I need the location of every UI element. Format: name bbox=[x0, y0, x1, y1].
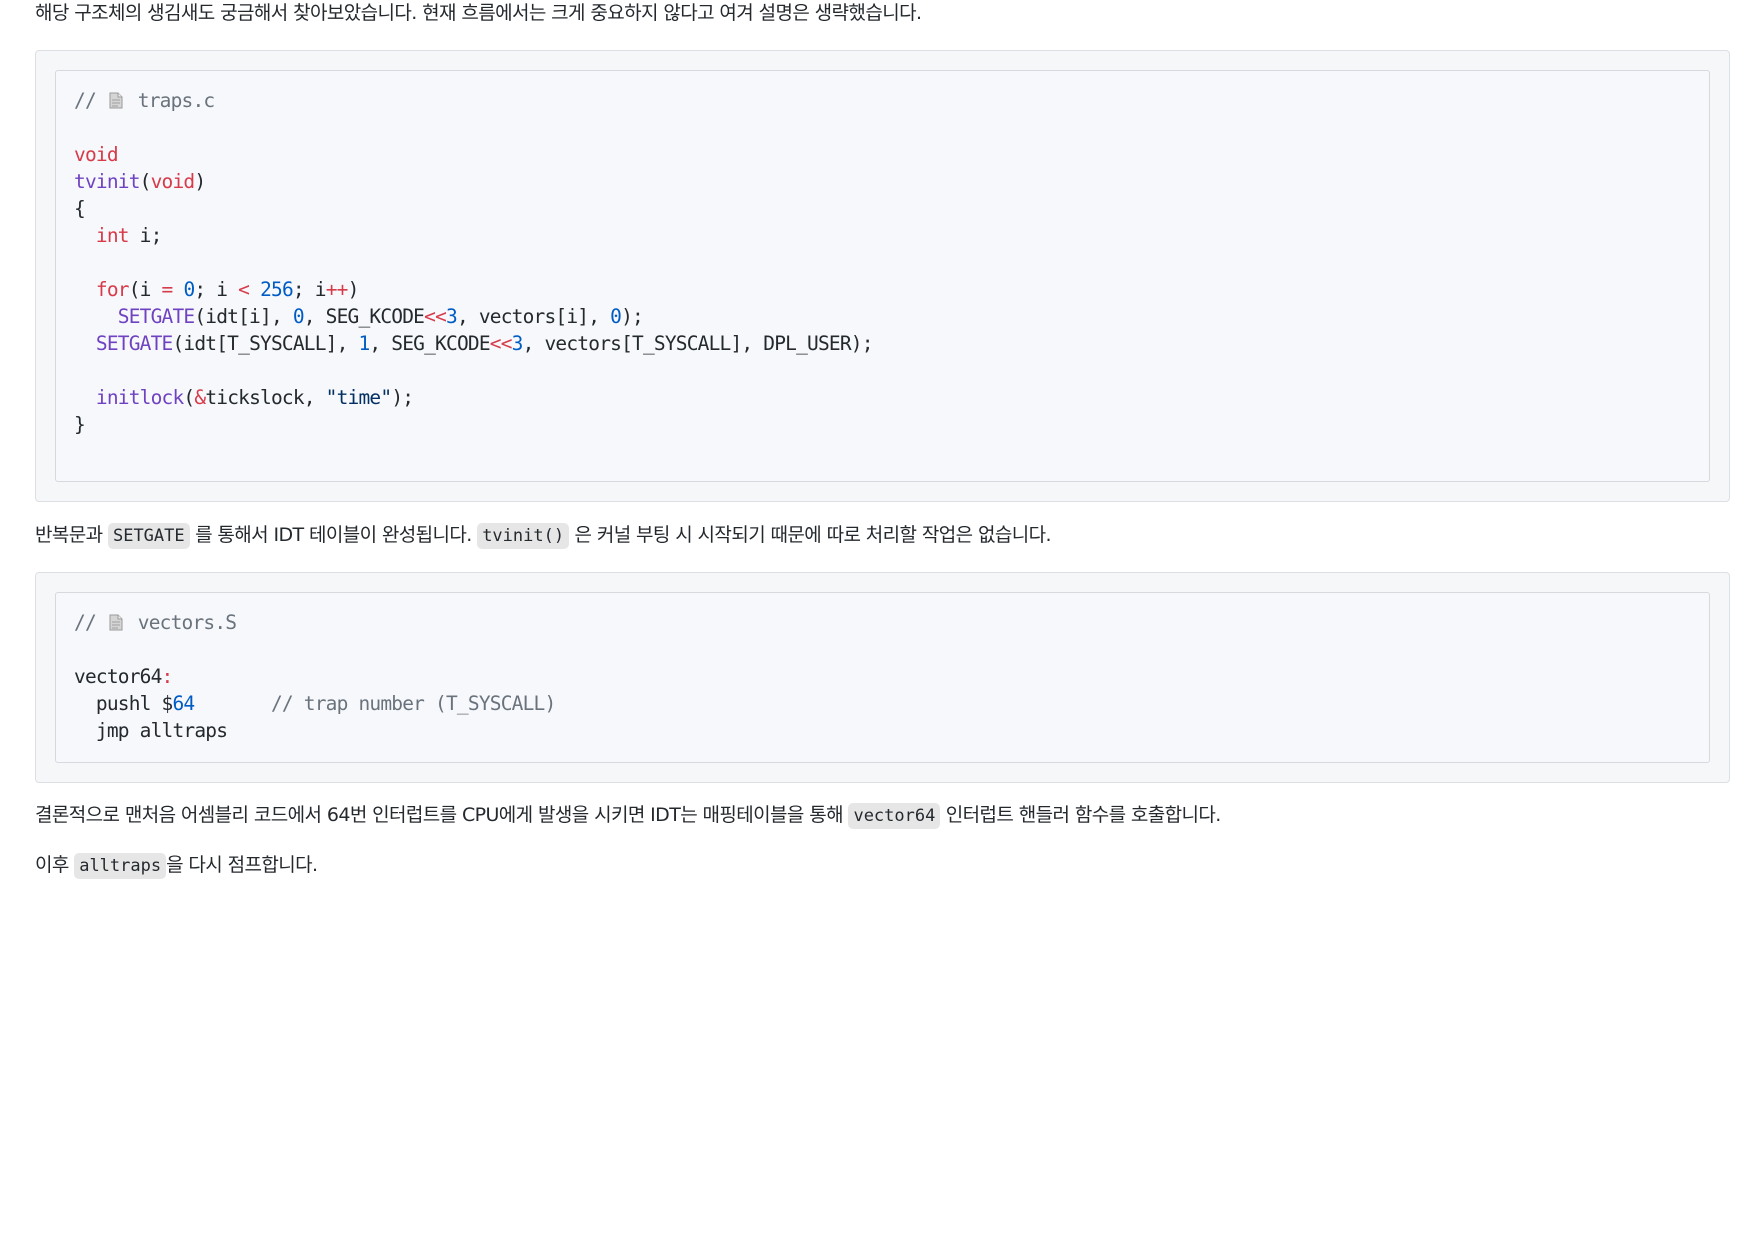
code-comment: // vectors.S bbox=[74, 611, 237, 634]
code-keyword: int bbox=[95, 224, 130, 247]
inline-code-alltraps: alltraps bbox=[74, 853, 167, 879]
code-text: (idt[i], bbox=[194, 305, 293, 328]
paragraph-text: 인터럽트 핸들러 함수를 호출합니다. bbox=[940, 804, 1222, 826]
code-operator: ++ bbox=[325, 278, 349, 301]
code-line: initlock(&tickslock, "time"); bbox=[74, 384, 1691, 411]
code-operator: = bbox=[161, 278, 174, 301]
code-line: for(i = 0; i < 256; i++) bbox=[74, 276, 1691, 303]
paragraph-text: 은 커널 부팅 시 시작되기 때문에 따로 처리할 작업은 없습니다. bbox=[569, 524, 1052, 546]
code-line: } bbox=[74, 411, 1691, 438]
code-text: ) bbox=[347, 278, 360, 301]
code-line: pushl $64 // trap number (T_SYSCALL) bbox=[74, 690, 1691, 717]
code-text: } bbox=[74, 413, 86, 436]
code-block-traps-inner[interactable]: // traps.c void tvinit(void) { int i; fo… bbox=[55, 70, 1710, 482]
paragraph-text: 반복문과 bbox=[35, 524, 108, 546]
code-text: ); bbox=[391, 386, 414, 409]
code-text: i; bbox=[128, 224, 163, 247]
file-icon bbox=[109, 92, 123, 109]
code-line: jmp alltraps bbox=[74, 717, 1691, 744]
code-line: void bbox=[74, 141, 1691, 168]
code-number: 64 bbox=[172, 692, 195, 715]
inline-code-vector64: vector64 bbox=[848, 803, 941, 829]
file-icon bbox=[109, 614, 123, 631]
paragraph-alltraps: 이후 alltraps 을 다시 점프합니다. bbox=[35, 851, 318, 880]
code-filename: vectors.S bbox=[137, 611, 237, 634]
code-text: ); bbox=[621, 305, 644, 328]
code-string: "time" bbox=[325, 386, 392, 409]
code-text: , SEG_KCODE bbox=[303, 305, 425, 328]
code-text: pushl $ bbox=[74, 692, 173, 715]
paragraph-text: 결론적으로 맨처음 어셈블리 코드에서 64번 인터럽트를 CPU에게 발생을 … bbox=[35, 804, 849, 826]
paragraph-setgate: 반복문과 SETGATE 를 통해서 IDT 테이블이 완성됩니다. tvini… bbox=[35, 521, 1052, 550]
code-text: , vectors[T_SYSCALL], DPL_USER); bbox=[522, 332, 874, 355]
intro-text: 해당 구조체의 생김새도 궁금해서 찾아보았습니다. 현재 흐름에서는 크게 중… bbox=[35, 2, 922, 24]
code-number: 256 bbox=[260, 278, 294, 301]
code-text: (idt[T_SYSCALL], bbox=[172, 332, 359, 355]
paragraph-text: 를 통해서 IDT 테이블이 완성됩니다. bbox=[189, 524, 478, 546]
code-text: tickslock, bbox=[205, 386, 326, 409]
code-operator: << bbox=[424, 305, 447, 328]
code-line: tvinit(void) bbox=[74, 170, 206, 193]
code-line: // vectors.S bbox=[74, 609, 1691, 636]
code-text: jmp alltraps bbox=[74, 719, 228, 742]
code-text: , vectors[i], bbox=[456, 305, 611, 328]
code-number: 0 bbox=[610, 305, 622, 328]
code-comment: // traps.c bbox=[74, 89, 215, 112]
code-text: { bbox=[74, 197, 86, 220]
code-label: vector64 bbox=[74, 665, 162, 688]
code-number: 3 bbox=[511, 332, 524, 355]
paragraph-text: 이후 bbox=[35, 854, 75, 876]
code-text: (i bbox=[128, 278, 162, 301]
code-function-name: SETGATE bbox=[95, 332, 173, 355]
code-number: 3 bbox=[446, 305, 458, 328]
code-line: vector64: bbox=[74, 663, 1691, 690]
code-line: { bbox=[74, 195, 1691, 222]
code-text: ( bbox=[183, 386, 195, 409]
intro-paragraph: 해당 구조체의 생김새도 궁금해서 찾아보았습니다. 현재 흐름에서는 크게 중… bbox=[35, 0, 1730, 27]
code-function-name: SETGATE bbox=[117, 305, 195, 328]
code-number: 0 bbox=[292, 305, 305, 328]
inline-code-setgate: SETGATE bbox=[107, 523, 190, 549]
code-filename: traps.c bbox=[137, 89, 215, 112]
code-block-traps: // traps.c void tvinit(void) { int i; fo… bbox=[35, 50, 1730, 502]
paragraph-conclusion: 결론적으로 맨처음 어셈블리 코드에서 64번 인터럽트를 CPU에게 발생을 … bbox=[35, 801, 1221, 830]
code-function-name: initlock bbox=[95, 386, 184, 409]
code-keyword: for bbox=[95, 278, 130, 301]
inline-code-tvinit: tvinit() bbox=[477, 523, 570, 549]
code-number: 1 bbox=[358, 332, 370, 355]
code-function-name: tvinit bbox=[74, 170, 140, 193]
code-line: SETGATE(idt[T_SYSCALL], 1, SEG_KCODE<<3,… bbox=[74, 330, 1691, 357]
code-operator: & bbox=[194, 386, 206, 409]
code-line: // traps.c bbox=[74, 87, 1691, 114]
article-body: 해당 구조체의 생김새도 궁금해서 찾아보았습니다. 현재 흐름에서는 크게 중… bbox=[35, 0, 1730, 879]
code-operator: << bbox=[489, 332, 513, 355]
code-number: 0 bbox=[183, 278, 195, 301]
code-text: ; i bbox=[292, 278, 327, 301]
code-text: , SEG_KCODE bbox=[369, 332, 490, 355]
code-operator: < bbox=[238, 278, 250, 301]
paragraph-text: 을 다시 점프합니다. bbox=[166, 854, 318, 876]
code-line: int i; bbox=[74, 222, 1691, 249]
code-keyword: void bbox=[150, 170, 196, 193]
code-line: SETGATE(idt[i], 0, SEG_KCODE<<3, vectors… bbox=[74, 303, 1691, 330]
code-keyword: void bbox=[74, 143, 119, 166]
code-comment: // trap number (T_SYSCALL) bbox=[270, 692, 556, 715]
code-block-vectors: // vectors.S vector64: pushl $64 // trap… bbox=[35, 572, 1730, 783]
code-block-vectors-inner[interactable]: // vectors.S vector64: pushl $64 // trap… bbox=[55, 592, 1710, 763]
code-operator: : bbox=[161, 665, 174, 688]
code-text: ; i bbox=[194, 278, 239, 301]
